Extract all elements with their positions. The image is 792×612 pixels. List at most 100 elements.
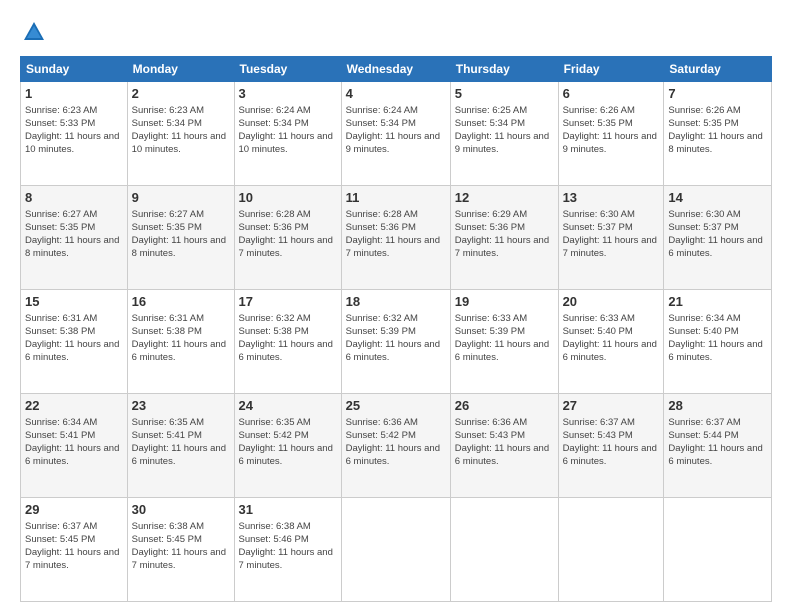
calendar-day-cell: 14Sunrise: 6:30 AMSunset: 5:37 PMDayligh… xyxy=(664,186,772,290)
day-info: Sunrise: 6:27 AMSunset: 5:35 PMDaylight:… xyxy=(132,208,230,261)
day-number: 11 xyxy=(346,189,446,207)
calendar-day-cell: 18Sunrise: 6:32 AMSunset: 5:39 PMDayligh… xyxy=(341,290,450,394)
day-number: 1 xyxy=(25,85,123,103)
calendar-day-cell: 16Sunrise: 6:31 AMSunset: 5:38 PMDayligh… xyxy=(127,290,234,394)
calendar-day-cell: 29Sunrise: 6:37 AMSunset: 5:45 PMDayligh… xyxy=(21,498,128,602)
calendar-day-cell: 12Sunrise: 6:29 AMSunset: 5:36 PMDayligh… xyxy=(450,186,558,290)
day-info: Sunrise: 6:34 AMSunset: 5:41 PMDaylight:… xyxy=(25,416,123,469)
day-number: 23 xyxy=(132,397,230,415)
day-number: 20 xyxy=(563,293,660,311)
day-number: 10 xyxy=(239,189,337,207)
calendar-week-row: 22Sunrise: 6:34 AMSunset: 5:41 PMDayligh… xyxy=(21,394,772,498)
empty-cell xyxy=(558,498,664,602)
day-number: 14 xyxy=(668,189,767,207)
day-info: Sunrise: 6:30 AMSunset: 5:37 PMDaylight:… xyxy=(563,208,660,261)
calendar-day-cell: 8Sunrise: 6:27 AMSunset: 5:35 PMDaylight… xyxy=(21,186,128,290)
calendar-day-cell: 19Sunrise: 6:33 AMSunset: 5:39 PMDayligh… xyxy=(450,290,558,394)
calendar-day-cell: 31Sunrise: 6:38 AMSunset: 5:46 PMDayligh… xyxy=(234,498,341,602)
day-info: Sunrise: 6:36 AMSunset: 5:43 PMDaylight:… xyxy=(455,416,554,469)
day-number: 2 xyxy=(132,85,230,103)
calendar-day-cell: 25Sunrise: 6:36 AMSunset: 5:42 PMDayligh… xyxy=(341,394,450,498)
day-number: 13 xyxy=(563,189,660,207)
calendar-day-cell: 15Sunrise: 6:31 AMSunset: 5:38 PMDayligh… xyxy=(21,290,128,394)
weekday-header-monday: Monday xyxy=(127,57,234,82)
day-number: 19 xyxy=(455,293,554,311)
calendar-week-row: 15Sunrise: 6:31 AMSunset: 5:38 PMDayligh… xyxy=(21,290,772,394)
day-number: 3 xyxy=(239,85,337,103)
day-info: Sunrise: 6:28 AMSunset: 5:36 PMDaylight:… xyxy=(239,208,337,261)
day-number: 28 xyxy=(668,397,767,415)
calendar-day-cell: 27Sunrise: 6:37 AMSunset: 5:43 PMDayligh… xyxy=(558,394,664,498)
day-info: Sunrise: 6:37 AMSunset: 5:43 PMDaylight:… xyxy=(563,416,660,469)
day-info: Sunrise: 6:26 AMSunset: 5:35 PMDaylight:… xyxy=(563,104,660,157)
day-number: 7 xyxy=(668,85,767,103)
weekday-header-tuesday: Tuesday xyxy=(234,57,341,82)
weekday-header-sunday: Sunday xyxy=(21,57,128,82)
day-number: 17 xyxy=(239,293,337,311)
day-info: Sunrise: 6:30 AMSunset: 5:37 PMDaylight:… xyxy=(668,208,767,261)
calendar-day-cell: 4Sunrise: 6:24 AMSunset: 5:34 PMDaylight… xyxy=(341,82,450,186)
calendar-day-cell: 30Sunrise: 6:38 AMSunset: 5:45 PMDayligh… xyxy=(127,498,234,602)
day-number: 15 xyxy=(25,293,123,311)
day-number: 26 xyxy=(455,397,554,415)
calendar-day-cell: 1Sunrise: 6:23 AMSunset: 5:33 PMDaylight… xyxy=(21,82,128,186)
calendar-day-cell: 10Sunrise: 6:28 AMSunset: 5:36 PMDayligh… xyxy=(234,186,341,290)
calendar-day-cell: 17Sunrise: 6:32 AMSunset: 5:38 PMDayligh… xyxy=(234,290,341,394)
page: SundayMondayTuesdayWednesdayThursdayFrid… xyxy=(0,0,792,612)
day-info: Sunrise: 6:25 AMSunset: 5:34 PMDaylight:… xyxy=(455,104,554,157)
day-number: 9 xyxy=(132,189,230,207)
day-number: 5 xyxy=(455,85,554,103)
day-number: 16 xyxy=(132,293,230,311)
calendar-day-cell: 7Sunrise: 6:26 AMSunset: 5:35 PMDaylight… xyxy=(664,82,772,186)
empty-cell xyxy=(664,498,772,602)
calendar-day-cell: 20Sunrise: 6:33 AMSunset: 5:40 PMDayligh… xyxy=(558,290,664,394)
day-info: Sunrise: 6:33 AMSunset: 5:39 PMDaylight:… xyxy=(455,312,554,365)
day-info: Sunrise: 6:31 AMSunset: 5:38 PMDaylight:… xyxy=(25,312,123,365)
calendar-week-row: 1Sunrise: 6:23 AMSunset: 5:33 PMDaylight… xyxy=(21,82,772,186)
calendar-day-cell: 2Sunrise: 6:23 AMSunset: 5:34 PMDaylight… xyxy=(127,82,234,186)
day-info: Sunrise: 6:35 AMSunset: 5:41 PMDaylight:… xyxy=(132,416,230,469)
day-number: 6 xyxy=(563,85,660,103)
day-info: Sunrise: 6:34 AMSunset: 5:40 PMDaylight:… xyxy=(668,312,767,365)
calendar-table: SundayMondayTuesdayWednesdayThursdayFrid… xyxy=(20,56,772,602)
logo-icon xyxy=(20,18,48,46)
day-info: Sunrise: 6:27 AMSunset: 5:35 PMDaylight:… xyxy=(25,208,123,261)
day-info: Sunrise: 6:32 AMSunset: 5:38 PMDaylight:… xyxy=(239,312,337,365)
day-info: Sunrise: 6:31 AMSunset: 5:38 PMDaylight:… xyxy=(132,312,230,365)
calendar-day-cell: 21Sunrise: 6:34 AMSunset: 5:40 PMDayligh… xyxy=(664,290,772,394)
calendar-day-cell: 28Sunrise: 6:37 AMSunset: 5:44 PMDayligh… xyxy=(664,394,772,498)
day-info: Sunrise: 6:29 AMSunset: 5:36 PMDaylight:… xyxy=(455,208,554,261)
calendar-day-cell: 6Sunrise: 6:26 AMSunset: 5:35 PMDaylight… xyxy=(558,82,664,186)
day-info: Sunrise: 6:38 AMSunset: 5:46 PMDaylight:… xyxy=(239,520,337,573)
calendar-day-cell: 11Sunrise: 6:28 AMSunset: 5:36 PMDayligh… xyxy=(341,186,450,290)
weekday-header-thursday: Thursday xyxy=(450,57,558,82)
day-number: 22 xyxy=(25,397,123,415)
day-info: Sunrise: 6:36 AMSunset: 5:42 PMDaylight:… xyxy=(346,416,446,469)
calendar-day-cell: 13Sunrise: 6:30 AMSunset: 5:37 PMDayligh… xyxy=(558,186,664,290)
header xyxy=(20,18,772,46)
day-number: 8 xyxy=(25,189,123,207)
day-number: 25 xyxy=(346,397,446,415)
calendar-week-row: 8Sunrise: 6:27 AMSunset: 5:35 PMDaylight… xyxy=(21,186,772,290)
empty-cell xyxy=(341,498,450,602)
day-info: Sunrise: 6:35 AMSunset: 5:42 PMDaylight:… xyxy=(239,416,337,469)
day-number: 21 xyxy=(668,293,767,311)
empty-cell xyxy=(450,498,558,602)
day-number: 12 xyxy=(455,189,554,207)
calendar-header-row: SundayMondayTuesdayWednesdayThursdayFrid… xyxy=(21,57,772,82)
day-info: Sunrise: 6:26 AMSunset: 5:35 PMDaylight:… xyxy=(668,104,767,157)
day-number: 27 xyxy=(563,397,660,415)
day-info: Sunrise: 6:23 AMSunset: 5:33 PMDaylight:… xyxy=(25,104,123,157)
day-info: Sunrise: 6:38 AMSunset: 5:45 PMDaylight:… xyxy=(132,520,230,573)
day-info: Sunrise: 6:37 AMSunset: 5:44 PMDaylight:… xyxy=(668,416,767,469)
calendar-week-row: 29Sunrise: 6:37 AMSunset: 5:45 PMDayligh… xyxy=(21,498,772,602)
day-number: 24 xyxy=(239,397,337,415)
calendar-day-cell: 26Sunrise: 6:36 AMSunset: 5:43 PMDayligh… xyxy=(450,394,558,498)
weekday-header-wednesday: Wednesday xyxy=(341,57,450,82)
day-info: Sunrise: 6:23 AMSunset: 5:34 PMDaylight:… xyxy=(132,104,230,157)
day-number: 29 xyxy=(25,501,123,519)
day-info: Sunrise: 6:28 AMSunset: 5:36 PMDaylight:… xyxy=(346,208,446,261)
day-info: Sunrise: 6:32 AMSunset: 5:39 PMDaylight:… xyxy=(346,312,446,365)
day-number: 30 xyxy=(132,501,230,519)
day-info: Sunrise: 6:37 AMSunset: 5:45 PMDaylight:… xyxy=(25,520,123,573)
